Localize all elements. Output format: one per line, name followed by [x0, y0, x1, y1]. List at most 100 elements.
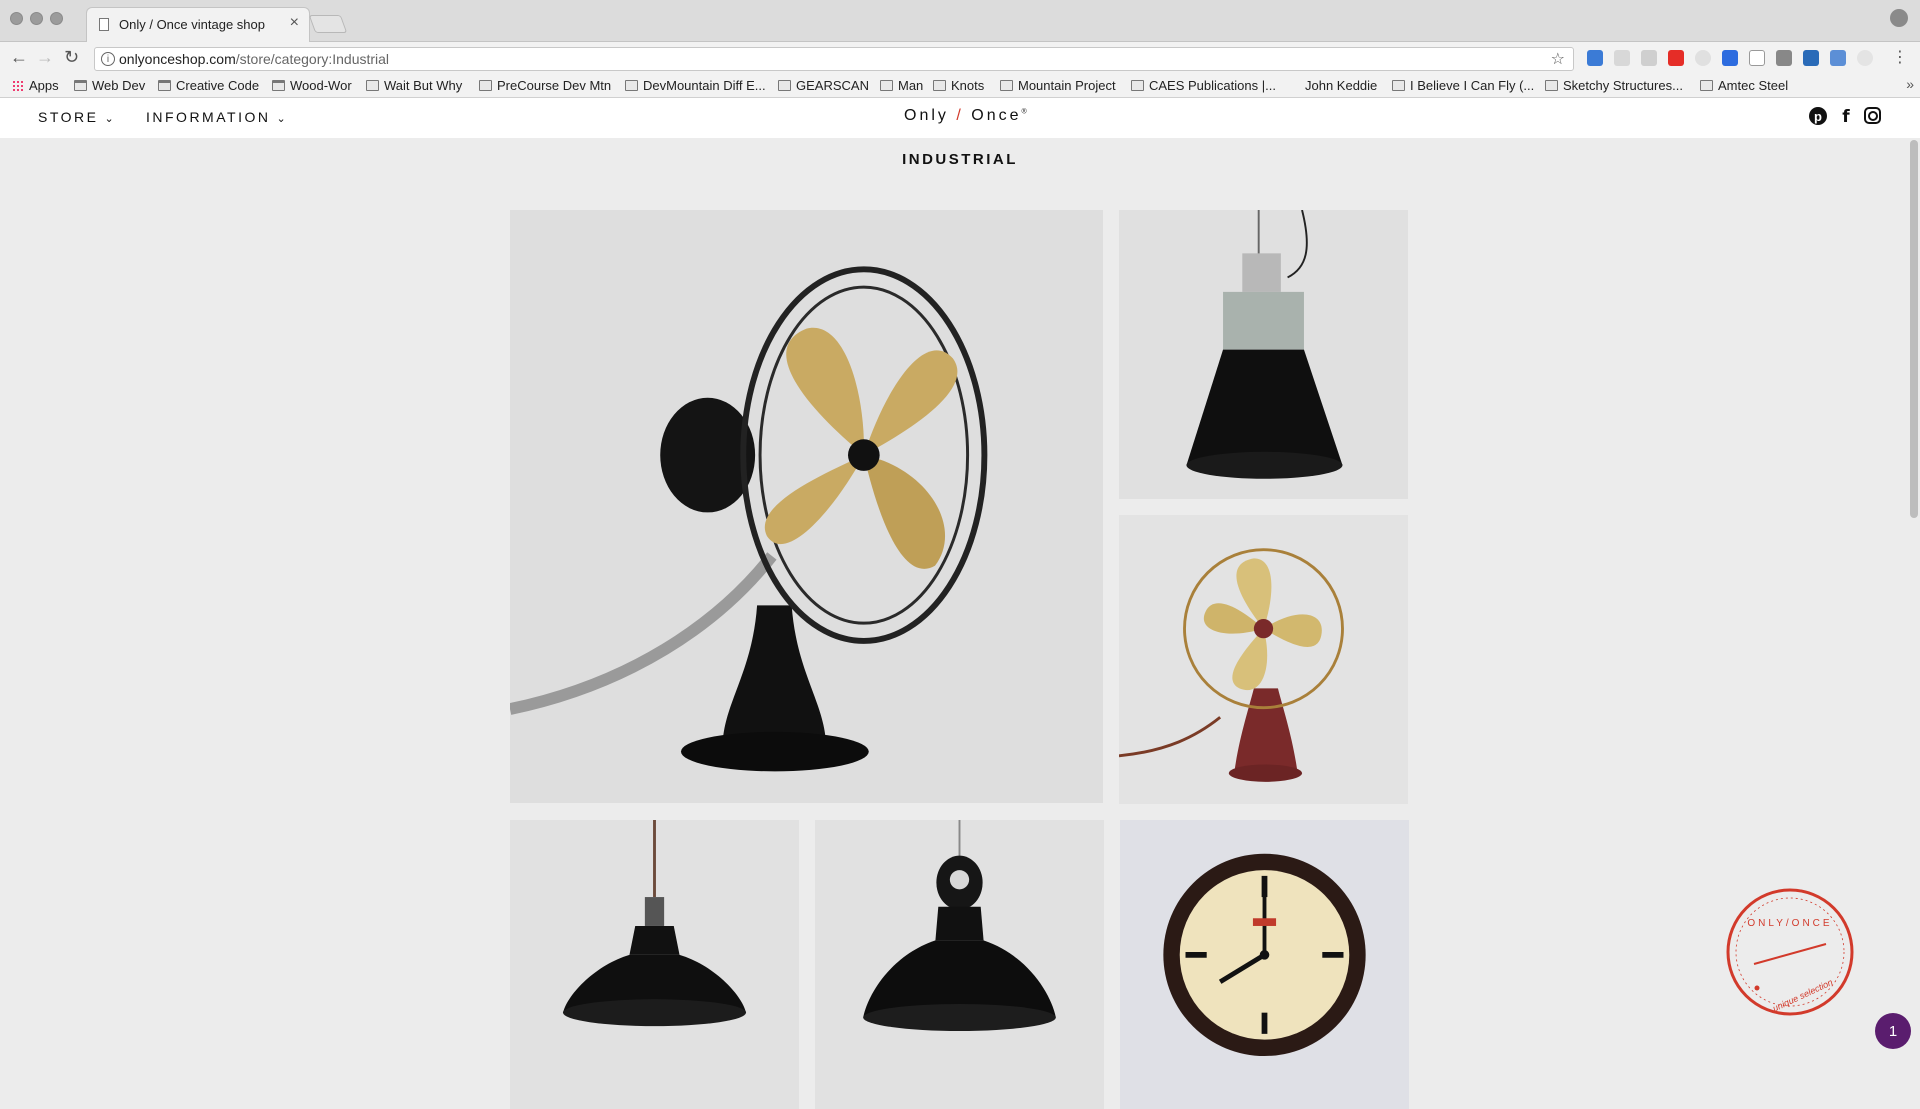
apps-grid-icon: [12, 79, 24, 92]
desk-fan-red-image: [1119, 515, 1408, 804]
page-icon: [1000, 80, 1013, 91]
url-text[interactable]: onlyonceshop.com/store/category:Industri…: [119, 51, 389, 67]
stamp-top-text: ONLY/ONCE: [1747, 918, 1832, 929]
extension-icon[interactable]: [1803, 50, 1819, 66]
bookmark-label: Creative Code: [176, 78, 260, 93]
desk-fan-image: [510, 210, 1103, 803]
youtube-icon[interactable]: [1668, 50, 1684, 66]
tab-close-icon[interactable]: ×: [290, 14, 299, 32]
close-window-button[interactable]: [10, 12, 23, 25]
only-once-stamp[interactable]: ONLY/ONCE unique selection: [1724, 886, 1856, 1018]
extension-icon[interactable]: [1641, 50, 1657, 66]
profile-icon[interactable]: [1890, 9, 1908, 27]
bookmark-label: Web Dev: [92, 78, 146, 93]
page-icon: [1545, 80, 1558, 91]
store-menu[interactable]: STORE ⌄: [38, 109, 114, 125]
minimize-window-button[interactable]: [30, 12, 43, 25]
fontface-icon[interactable]: [1749, 50, 1765, 66]
bookmark-label: Sketchy Structures...: [1563, 78, 1683, 93]
extension-icon[interactable]: [1695, 50, 1711, 66]
folder-icon: [272, 80, 285, 91]
address-bar[interactable]: i onlyonceshop.com/store/category:Indust…: [94, 47, 1574, 71]
page-icon: [933, 80, 946, 91]
bookmark-item[interactable]: PreCourse Dev Mtn: [479, 78, 611, 93]
menu-dots-icon[interactable]: ⋮: [1892, 47, 1908, 67]
new-tab-button[interactable]: [308, 15, 348, 33]
registered-mark: ®: [1021, 108, 1027, 116]
page-icon: [880, 80, 893, 91]
bookmark-item[interactable]: Mountain Project: [1000, 78, 1116, 93]
forward-arrow-icon[interactable]: →: [36, 47, 54, 68]
bookmark-item[interactable]: Web Dev: [74, 78, 145, 93]
bookmark-item[interactable]: Wood-Wor: [272, 78, 352, 93]
enamel-pendant-image: [510, 820, 799, 1109]
pinterest-icon[interactable]: p: [1809, 107, 1827, 125]
logo-word-once: Once: [971, 107, 1022, 124]
tab-title: Only / Once vintage shop: [119, 17, 265, 32]
bookmark-label: Wood-Wor: [290, 78, 352, 93]
bookmark-item[interactable]: Sketchy Structures...: [1545, 78, 1683, 93]
scrollbar-thumb[interactable]: [1910, 140, 1918, 518]
page-icon: [625, 80, 638, 91]
bookmark-item[interactable]: CAES Publications |...: [1131, 78, 1276, 93]
instagram-icon[interactable]: [1864, 107, 1881, 124]
product-tile-pendant-lamp-industrial[interactable]: [1119, 210, 1408, 499]
store-menu-label: STORE: [38, 109, 99, 125]
information-menu[interactable]: INFORMATION ⌄: [146, 109, 286, 125]
extension-icon[interactable]: [1587, 50, 1603, 66]
information-menu-label: INFORMATION: [146, 109, 271, 125]
browser-chrome: Only / Once vintage shop × ← → ↻ i onlyo…: [0, 0, 1920, 98]
bookmark-item[interactable]: Man: [880, 78, 923, 93]
bookmark-label: GEARSCAN: [796, 78, 869, 93]
bookmark-item[interactable]: John Keddie: [1305, 78, 1377, 93]
bookmark-star-icon[interactable]: ☆: [1551, 49, 1565, 69]
chat-badge[interactable]: 1: [1875, 1013, 1911, 1049]
bookmark-item[interactable]: Knots: [933, 78, 984, 93]
bookmark-item[interactable]: DevMountain Diff E...: [625, 78, 766, 93]
bookmark-label: Amtec Steel: [1718, 78, 1789, 93]
extension-icon[interactable]: [1614, 50, 1630, 66]
bookmark-label: DevMountain Diff E...: [643, 78, 766, 93]
page-icon: [1392, 80, 1405, 91]
chevron-down-icon: ⌄: [276, 113, 286, 125]
back-arrow-icon[interactable]: ←: [10, 47, 28, 68]
product-tile-desk-fan-red[interactable]: [1119, 515, 1408, 804]
site-logo[interactable]: Only / Once®: [904, 107, 1027, 125]
browser-tab[interactable]: Only / Once vintage shop ×: [86, 7, 310, 43]
bookmark-label: Knots: [951, 78, 985, 93]
page-icon: [1131, 80, 1144, 91]
bookmark-item[interactable]: Apps: [12, 78, 59, 93]
navigation-bar: ← → ↻ i onlyonceshop.com/store/category:…: [0, 42, 1920, 74]
waitbutwhy-icon: [366, 80, 379, 91]
bookmarks-bar: Apps Web Dev Creative Code Wood-Wor Wait But…: [0, 74, 1920, 98]
page-icon: [99, 18, 109, 31]
bookmarks-overflow-icon[interactable]: »: [1906, 76, 1914, 92]
logo-word-only: Only: [904, 107, 949, 124]
facebook-icon[interactable]: f: [1836, 107, 1856, 127]
product-tile-desk-fan-black[interactable]: [510, 210, 1103, 803]
reload-icon[interactable]: ↻: [64, 47, 79, 68]
zoom-window-button[interactable]: [50, 12, 63, 25]
bookmark-item[interactable]: Wait But Why: [366, 78, 462, 93]
bookmark-item[interactable]: GEARSCAN: [778, 78, 869, 93]
enamel-pendant-2-image: [815, 820, 1104, 1109]
url-path: /store/category:Industrial: [235, 51, 390, 67]
product-tile-wall-clock[interactable]: [1120, 820, 1409, 1109]
extension-icon[interactable]: [1830, 50, 1846, 66]
bookmark-item[interactable]: Creative Code: [158, 78, 259, 93]
page-icon: [778, 80, 791, 91]
bookmark-label: PreCourse Dev Mtn: [497, 78, 612, 93]
bookmark-label: Mountain Project: [1018, 78, 1116, 93]
page-icon: [1700, 80, 1713, 91]
product-tile-pendant-lamp-enamel-2[interactable]: [815, 820, 1104, 1109]
extension-icon[interactable]: [1857, 50, 1873, 66]
extension-icon[interactable]: [1722, 50, 1738, 66]
site-header: STORE ⌄ INFORMATION ⌄ Only / Once® p f: [0, 98, 1920, 138]
bookmark-item[interactable]: Amtec Steel: [1700, 78, 1788, 93]
tab-strip: Only / Once vintage shop ×: [0, 0, 1920, 43]
bookmark-label: Man: [898, 78, 924, 93]
info-icon[interactable]: i: [101, 52, 115, 66]
product-tile-pendant-lamp-enamel-1[interactable]: [510, 820, 799, 1109]
bookmark-item[interactable]: I Believe I Can Fly (...: [1392, 78, 1534, 93]
extension-icon[interactable]: [1776, 50, 1792, 66]
